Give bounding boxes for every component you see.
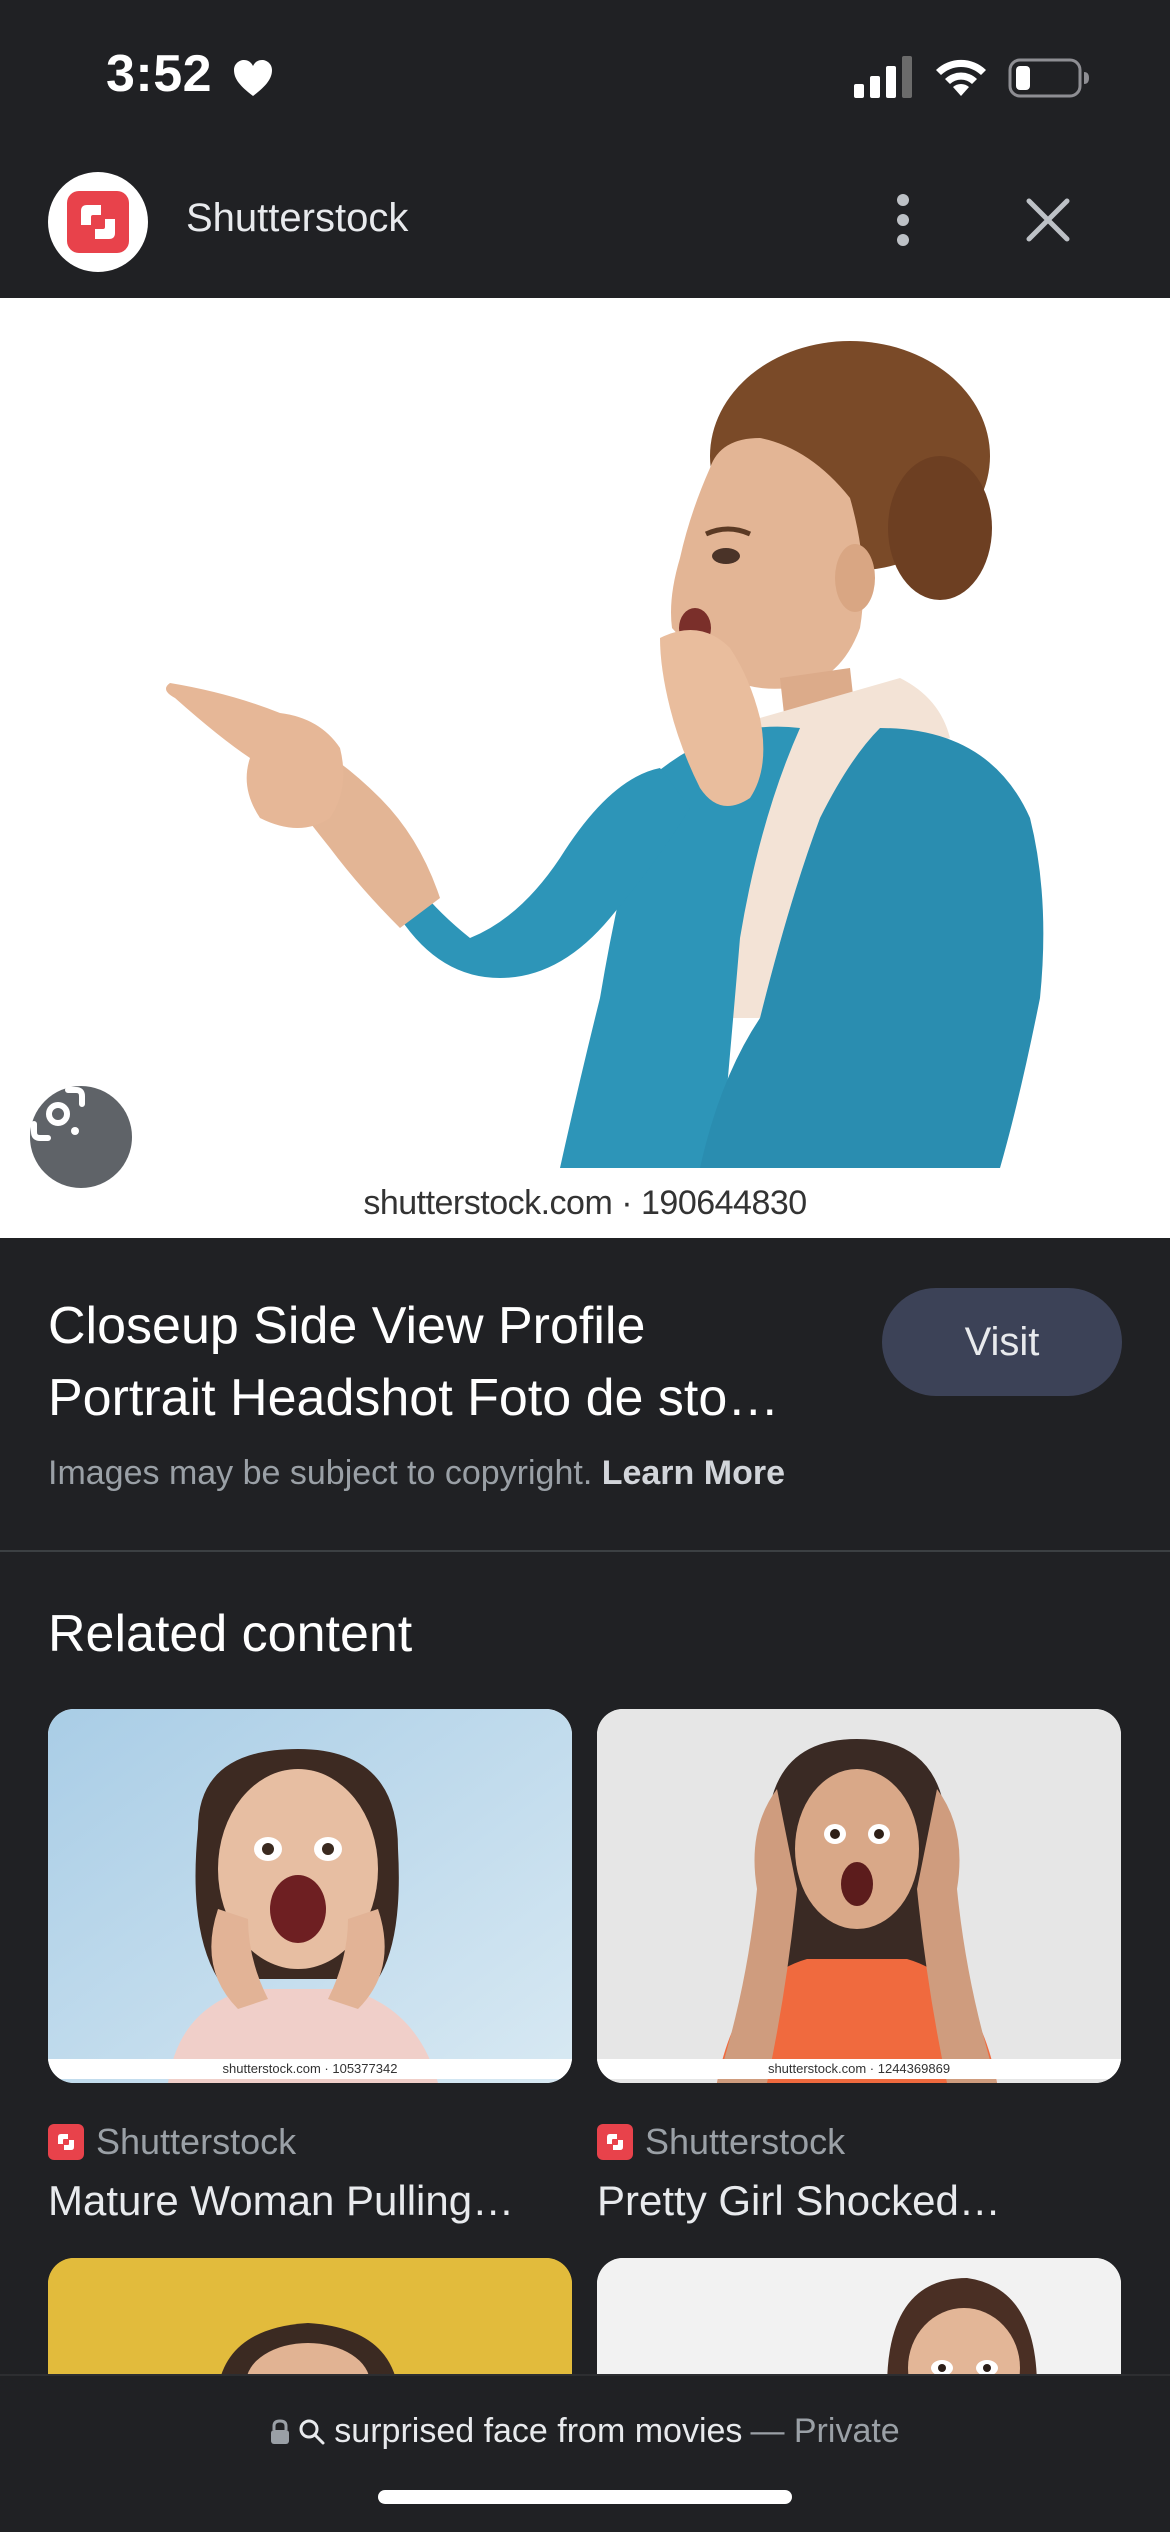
shutterstock-logo-icon — [48, 2124, 84, 2160]
visit-button[interactable]: Visit — [882, 1288, 1122, 1396]
cellular-signal-icon — [854, 56, 912, 98]
shutterstock-logo-icon — [597, 2124, 633, 2160]
home-indicator[interactable] — [378, 2490, 792, 2504]
related-content-heading: Related content — [48, 1605, 413, 1663]
related-card-image[interactable] — [48, 2258, 572, 2388]
status-bar: 3:52 — [0, 0, 1170, 150]
related-card[interactable]: shutterstock.com · 105377342 Shutterstoc… — [48, 1709, 572, 2224]
main-image[interactable]: shutterstock.com · 190644830 — [0, 298, 1170, 1238]
shocked-woman-pointing-photo — [0, 298, 1170, 1238]
site-title[interactable]: Shutterstock — [186, 196, 408, 241]
close-button[interactable] — [1010, 180, 1086, 260]
related-card[interactable]: shutterstock.com · 1244369869 Shuttersto… — [597, 1709, 1121, 2224]
more-vert-icon — [897, 194, 909, 246]
url-field[interactable]: surprised face from movies — Private — [0, 2412, 1170, 2451]
copyright-text: Images may be subject to copyright. — [48, 1454, 593, 1492]
image-title-line-2: Portrait Headshot Foto de sto… — [48, 1369, 780, 1427]
heart-icon — [234, 60, 272, 96]
lock-icon — [271, 2418, 290, 2444]
card-source-label: Shutterstock — [645, 2121, 846, 2162]
learn-more-link[interactable]: Learn More — [602, 1454, 785, 1492]
address-bar: surprised face from movies — Private — [0, 2374, 1170, 2532]
related-card-image[interactable]: shutterstock.com · 105377342 — [48, 1709, 572, 2083]
wifi-icon — [936, 59, 986, 96]
card-source: Shutterstock — [48, 2121, 296, 2163]
copyright-notice: Images may be subject to copyright. Lear… — [48, 1454, 785, 1493]
battery-icon — [1008, 58, 1089, 98]
shocked-girl-photo — [597, 1709, 1121, 2083]
related-photo-partial — [597, 2258, 1121, 2388]
card-source: Shutterstock — [597, 2121, 845, 2163]
related-card-image[interactable] — [597, 2258, 1121, 2388]
card-caption[interactable]: Pretty Girl Shocked… — [597, 2177, 1001, 2225]
image-title[interactable]: Closeup Side View Profile Portrait Heads… — [48, 1290, 848, 1434]
status-time: 3:52 — [106, 45, 213, 103]
viewer-header: Shutterstock — [0, 150, 1170, 298]
card-caption[interactable]: Mature Woman Pulling… — [48, 2177, 514, 2225]
related-photo-partial — [48, 2258, 572, 2388]
card-watermark: shutterstock.com · 105377342 — [48, 2059, 572, 2079]
lens-search-button[interactable] — [30, 1086, 132, 1188]
image-info-panel: Closeup Side View Profile Portrait Heads… — [0, 1238, 1170, 1552]
more-options-button[interactable] — [870, 180, 936, 260]
card-watermark: shutterstock.com · 1244369869 — [597, 2059, 1121, 2079]
close-icon — [1026, 198, 1070, 242]
card-source-label: Shutterstock — [96, 2121, 297, 2162]
search-query: surprised face from movies — [334, 2412, 743, 2450]
mature-woman-photo — [48, 1709, 572, 2083]
image-title-line-1: Closeup Side View Profile — [48, 1297, 646, 1355]
shutterstock-logo-icon — [67, 191, 129, 253]
site-logo[interactable] — [48, 172, 148, 272]
image-watermark: shutterstock.com · 190644830 — [363, 1184, 807, 1222]
lens-icon — [31, 1087, 85, 1141]
related-card-image[interactable]: shutterstock.com · 1244369869 — [597, 1709, 1121, 2083]
private-label: — Private — [750, 2412, 900, 2450]
search-icon — [299, 2419, 325, 2444]
